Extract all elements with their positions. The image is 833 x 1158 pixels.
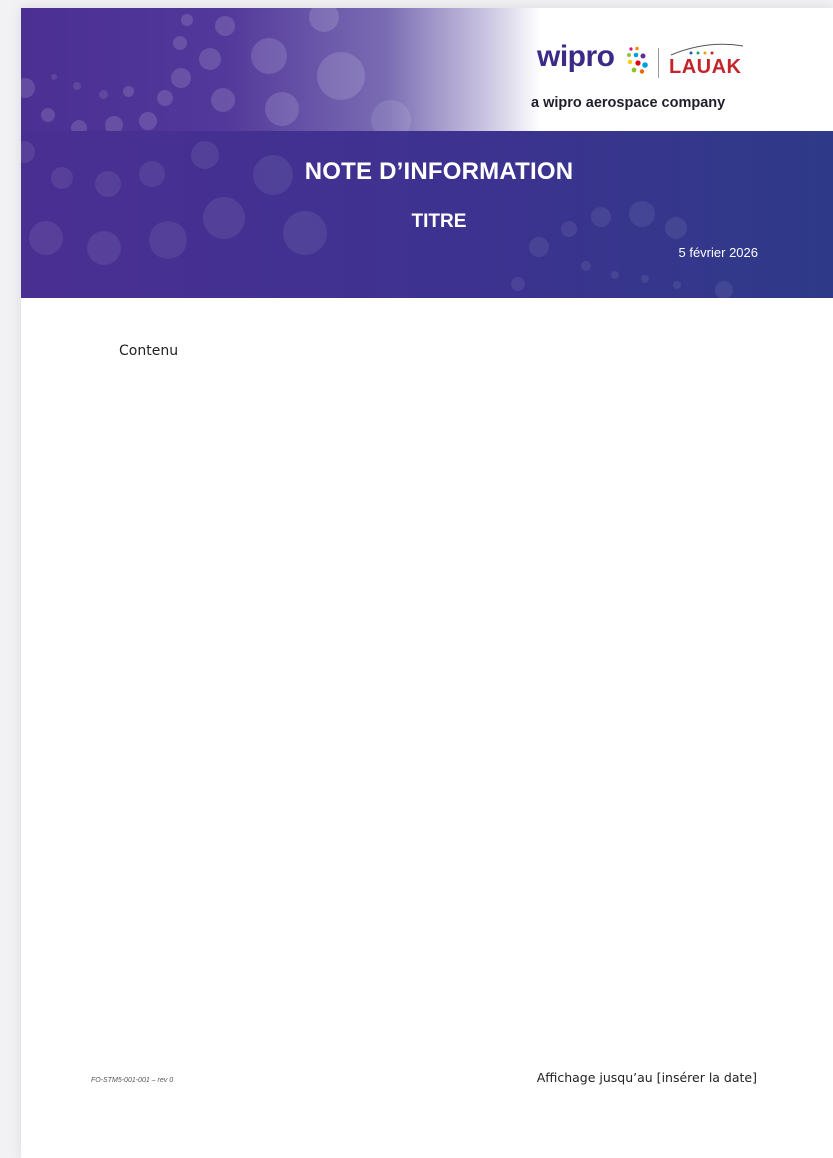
footer-display-until: Affichage jusqu’au [insérer la date] xyxy=(536,1070,757,1085)
lauak-logo-text: LAUAK xyxy=(669,56,742,78)
footer-reference: FO-STM5-001-001 – rev 0 xyxy=(91,1077,174,1084)
document-title: NOTE D’INFORMATION xyxy=(304,158,574,185)
document-date: 5 février 2026 xyxy=(678,245,759,260)
document-content: Contenu xyxy=(119,343,179,359)
document-page: wipro LAUAK a wipro aerospace company NO… xyxy=(21,8,833,1158)
lauak-swoosh-icon xyxy=(670,43,744,56)
document-subtitle: TITRE xyxy=(411,211,467,232)
wipro-logo-text: wipro xyxy=(537,40,615,73)
logo-separator xyxy=(658,48,659,78)
wipro-dots-icon xyxy=(627,46,648,74)
company-tagline: a wipro aerospace company xyxy=(531,95,726,111)
company-logo: wipro LAUAK a wipro aerospace company xyxy=(511,36,801,126)
